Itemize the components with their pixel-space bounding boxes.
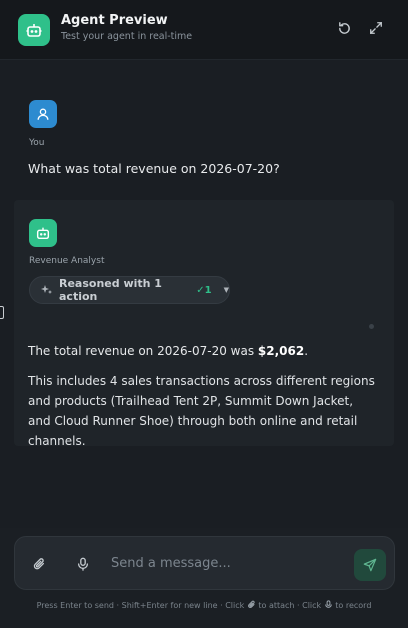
reasoning-toggle[interactable]: Reasoned with 1 action ✓1 ▼ — [29, 276, 230, 304]
answer-summary: The total revenue on 2026-07-20 was $2,0… — [28, 344, 308, 358]
agent-message: Revenue Analyst Reasoned with 1 action ✓… — [14, 200, 394, 448]
chevron-down-icon: ▼ — [223, 286, 229, 294]
user-sender-label: You — [29, 138, 45, 148]
preview-header: Agent Preview Test your agent in real-ti… — [0, 0, 408, 60]
user-icon — [37, 108, 49, 120]
keyboard-hint: Press Enter to send · Shift+Enter for ne… — [0, 600, 408, 611]
answer-detail: This includes 4 sales transactions acros… — [28, 374, 375, 448]
paperclip-icon — [33, 558, 45, 570]
message-composer — [14, 536, 395, 590]
action-count-badge: ✓1 — [196, 284, 212, 296]
expand-icon — [370, 22, 382, 34]
send-button[interactable] — [354, 549, 386, 581]
status-dot — [369, 324, 374, 329]
microphone-icon — [77, 557, 89, 571]
header-subtitle: Test your agent in real-time — [61, 31, 193, 42]
bot-icon — [36, 227, 50, 240]
user-message-text: What was total revenue on 2026-07-20? — [28, 161, 280, 176]
reasoning-label: Reasoned with 1 action — [59, 277, 162, 303]
paperclip-icon — [247, 600, 256, 611]
sparkle-icon — [41, 284, 53, 296]
resize-handle[interactable] — [0, 306, 4, 319]
answer-prefix: The total revenue on 2026-07-20 was — [28, 344, 258, 358]
hint-text-2: to attach · Click — [258, 601, 322, 610]
user-avatar — [29, 100, 57, 128]
hint-text-3: to record — [335, 601, 372, 610]
user-message: You What was total revenue on 2026-07-20… — [0, 86, 408, 196]
message-input[interactable] — [111, 549, 341, 577]
reset-icon — [338, 21, 350, 34]
reset-button[interactable] — [334, 18, 354, 38]
attach-button[interactable] — [29, 554, 49, 574]
expand-button[interactable] — [366, 18, 386, 38]
hint-text-1: Press Enter to send · Shift+Enter for ne… — [36, 601, 245, 610]
answer-amount: $2,062 — [257, 344, 305, 358]
agent-sender-label: Revenue Analyst — [29, 256, 105, 266]
bot-icon — [18, 14, 50, 46]
record-button[interactable] — [73, 554, 93, 574]
microphone-icon — [324, 600, 333, 611]
agent-avatar — [29, 219, 57, 247]
answer-suffix: . — [304, 344, 309, 358]
header-title: Agent Preview — [61, 13, 168, 28]
send-icon — [363, 558, 377, 572]
